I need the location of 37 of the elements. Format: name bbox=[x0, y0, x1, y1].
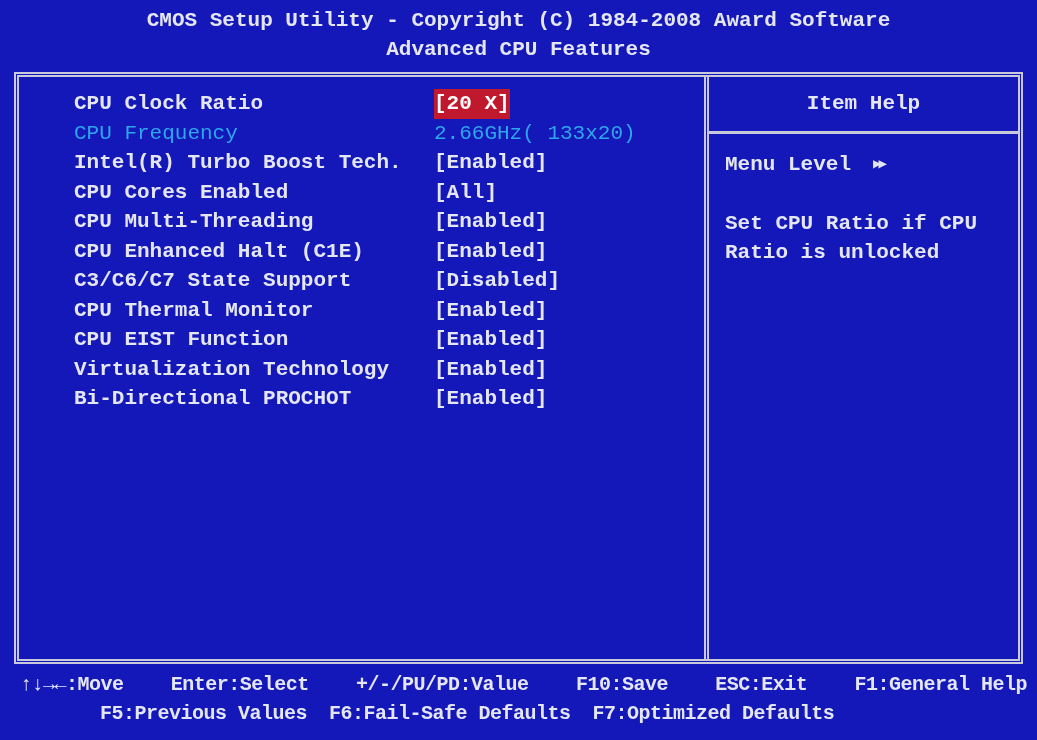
setting-value[interactable]: [Enabled] bbox=[434, 295, 548, 325]
setting-label[interactable]: CPU Thermal Monitor bbox=[74, 295, 434, 325]
setting-value[interactable]: [Enabled] bbox=[434, 207, 548, 237]
setting-value[interactable]: [Disabled] bbox=[434, 266, 561, 296]
window-title: CMOS Setup Utility - Copyright (C) 1984-2008 Award Software bbox=[146, 8, 891, 34]
key-hint: F6:Fail-Safe Defaults bbox=[329, 701, 571, 727]
menu-level-label: Menu Level bbox=[725, 152, 852, 178]
help-title: Item Help bbox=[806, 91, 921, 118]
setting-label[interactable]: Intel(R) Turbo Boost Tech. bbox=[74, 148, 434, 178]
key-hint: ESC:Exit bbox=[715, 672, 808, 698]
key-hint: +/-/PU/PD:Value bbox=[356, 672, 529, 698]
key-hint: F5:Previous Values bbox=[100, 701, 308, 727]
key-hint: F7:Optimized Defaults bbox=[592, 701, 835, 727]
setting-value[interactable]: [All] bbox=[434, 177, 497, 207]
setting-value[interactable]: [Enabled] bbox=[434, 354, 548, 384]
setting-value[interactable]: [Enabled] bbox=[434, 384, 548, 414]
setting-label[interactable]: C3/C6/C7 State Support bbox=[74, 266, 434, 296]
key-hint: Enter:Select bbox=[170, 672, 309, 698]
setting-label: CPU Frequency bbox=[74, 120, 239, 147]
setting-label[interactable]: Bi-Directional PROCHOT bbox=[74, 384, 434, 414]
key-hint: ↑↓→←:Move bbox=[20, 672, 124, 698]
setting-value: 2.66GHz( 133x20) bbox=[434, 120, 636, 147]
setting-label[interactable]: CPU Multi-Threading bbox=[74, 207, 434, 237]
help-text: Set CPU Ratio if CPU Ratio is unlocked bbox=[725, 210, 979, 266]
setting-label[interactable]: CPU Cores Enabled bbox=[74, 177, 434, 207]
setting-label[interactable]: CPU Enhanced Halt (C1E) bbox=[74, 236, 434, 266]
setting-label[interactable]: Virtualization Technology bbox=[74, 354, 434, 384]
page-title: Advanced CPU Features bbox=[386, 37, 651, 63]
setting-value[interactable]: [Enabled] bbox=[434, 325, 548, 355]
setting-label[interactable]: CPU Clock Ratio bbox=[74, 89, 434, 119]
setting-value[interactable]: [20 X] bbox=[434, 89, 510, 119]
key-hint: F10:Save bbox=[575, 672, 668, 698]
key-hint: F1:General Help bbox=[854, 672, 1027, 698]
menu-level-marker: ▶▶ bbox=[873, 155, 884, 174]
setting-label[interactable]: CPU EIST Function bbox=[74, 325, 434, 355]
setting-value[interactable]: [Enabled] bbox=[434, 236, 548, 266]
setting-value[interactable]: [Enabled] bbox=[434, 148, 548, 178]
